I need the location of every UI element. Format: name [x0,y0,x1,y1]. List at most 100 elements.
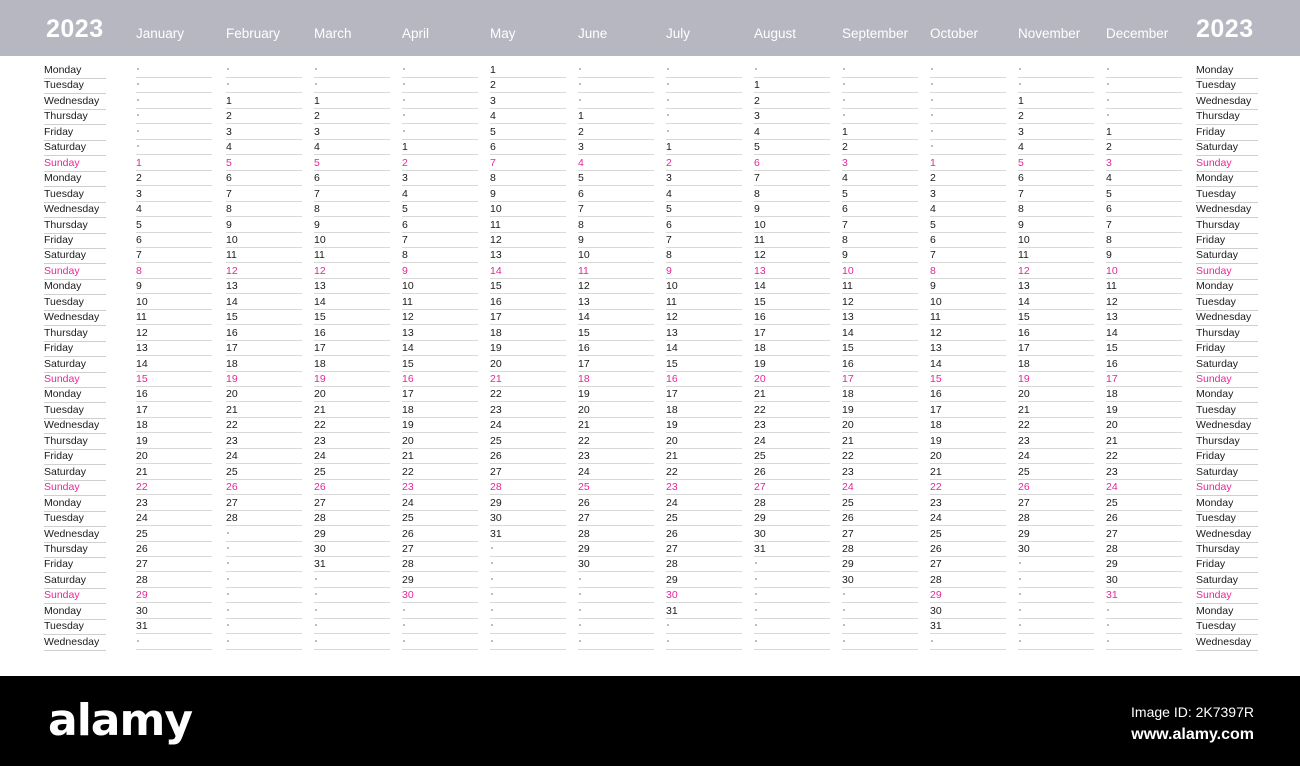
day-cell-july-empty-r2[interactable] [666,96,742,109]
day-cell-august-29[interactable]: 29 [754,513,830,527]
day-cell-february-empty-r33[interactable] [226,575,302,588]
day-cell-april-2[interactable]: 2 [402,157,478,171]
day-cell-may-20[interactable]: 20 [490,358,566,372]
day-cell-february-21[interactable]: 21 [226,404,302,418]
day-cell-april-empty-r4[interactable] [402,127,478,140]
day-cell-january-18[interactable]: 18 [136,420,212,434]
day-cell-january-2[interactable]: 2 [136,173,212,187]
day-cell-april-8[interactable]: 8 [402,250,478,264]
day-cell-june-empty-r1[interactable] [578,80,654,94]
day-cell-june-4[interactable]: 4 [578,157,654,171]
day-cell-july-24[interactable]: 24 [666,497,742,511]
day-cell-july-19[interactable]: 19 [666,420,742,434]
day-cell-may-empty-r34[interactable] [490,590,566,604]
day-cell-december-29[interactable]: 29 [1106,559,1182,573]
day-cell-february-23[interactable]: 23 [226,435,302,449]
day-cell-march-22[interactable]: 22 [314,420,390,434]
day-cell-june-17[interactable]: 17 [578,358,654,372]
day-cell-january-15[interactable]: 15 [136,374,212,387]
day-cell-september-9[interactable]: 9 [842,250,918,264]
day-cell-august-15[interactable]: 15 [754,296,830,310]
day-cell-july-15[interactable]: 15 [666,358,742,372]
day-cell-november-20[interactable]: 20 [1018,389,1094,403]
day-cell-may-18[interactable]: 18 [490,327,566,341]
day-cell-august-2[interactable]: 2 [754,95,830,109]
day-cell-december-20[interactable]: 20 [1106,420,1182,434]
day-cell-february-16[interactable]: 16 [226,327,302,341]
day-cell-march-empty-r37[interactable] [314,637,390,650]
day-cell-october-13[interactable]: 13 [930,343,1006,357]
day-cell-february-15[interactable]: 15 [226,312,302,326]
day-cell-november-empty-r33[interactable] [1018,575,1094,588]
day-cell-august-empty-r32[interactable] [754,559,830,573]
day-cell-september-25[interactable]: 25 [842,497,918,511]
day-cell-august-19[interactable]: 19 [754,358,830,372]
day-cell-february-12[interactable]: 12 [226,265,302,279]
day-cell-february-19[interactable]: 19 [226,374,302,387]
day-cell-february-14[interactable]: 14 [226,296,302,310]
day-cell-august-3[interactable]: 3 [754,111,830,125]
day-cell-september-3[interactable]: 3 [842,157,918,171]
day-cell-august-18[interactable]: 18 [754,343,830,357]
day-cell-february-empty-r32[interactable] [226,559,302,573]
day-cell-june-5[interactable]: 5 [578,173,654,187]
day-cell-september-29[interactable]: 29 [842,559,918,573]
day-cell-september-28[interactable]: 28 [842,543,918,557]
day-cell-august-23[interactable]: 23 [754,420,830,434]
day-cell-july-8[interactable]: 8 [666,250,742,264]
day-cell-july-13[interactable]: 13 [666,327,742,341]
day-cell-march-20[interactable]: 20 [314,389,390,403]
day-cell-june-11[interactable]: 11 [578,265,654,279]
day-cell-january-9[interactable]: 9 [136,281,212,295]
day-cell-april-empty-r3[interactable] [402,111,478,125]
day-cell-november-6[interactable]: 6 [1018,173,1094,187]
day-cell-november-1[interactable]: 1 [1018,95,1094,109]
day-cell-january-4[interactable]: 4 [136,204,212,218]
day-cell-may-4[interactable]: 4 [490,111,566,125]
day-cell-february-8[interactable]: 8 [226,204,302,218]
day-cell-march-27[interactable]: 27 [314,497,390,511]
day-cell-january-17[interactable]: 17 [136,404,212,418]
day-cell-march-5[interactable]: 5 [314,157,390,171]
day-cell-may-13[interactable]: 13 [490,250,566,264]
day-cell-july-empty-r1[interactable] [666,80,742,94]
day-cell-october-5[interactable]: 5 [930,219,1006,233]
day-cell-october-17[interactable]: 17 [930,404,1006,418]
day-cell-february-empty-r36[interactable] [226,621,302,635]
day-cell-september-6[interactable]: 6 [842,204,918,218]
day-cell-november-12[interactable]: 12 [1018,265,1094,279]
day-cell-october-14[interactable]: 14 [930,358,1006,372]
day-cell-june-12[interactable]: 12 [578,281,654,295]
day-cell-march-14[interactable]: 14 [314,296,390,310]
day-cell-december-13[interactable]: 13 [1106,312,1182,326]
day-cell-february-empty-r30[interactable] [226,529,302,542]
day-cell-october-9[interactable]: 9 [930,281,1006,295]
month-header-august[interactable]: August [754,27,796,41]
day-cell-june-empty-r2[interactable] [578,96,654,109]
day-cell-july-27[interactable]: 27 [666,543,742,557]
day-cell-may-28[interactable]: 28 [490,482,566,496]
day-cell-july-9[interactable]: 9 [666,265,742,279]
day-cell-september-empty-r36[interactable] [842,621,918,635]
day-cell-september-empty-r37[interactable] [842,637,918,650]
day-cell-june-empty-r36[interactable] [578,621,654,635]
day-cell-august-24[interactable]: 24 [754,435,830,449]
day-cell-april-27[interactable]: 27 [402,543,478,557]
day-cell-july-30[interactable]: 30 [666,590,742,604]
day-cell-march-9[interactable]: 9 [314,219,390,233]
day-cell-february-empty-r0[interactable] [226,65,302,78]
day-cell-december-7[interactable]: 7 [1106,219,1182,233]
day-cell-april-18[interactable]: 18 [402,404,478,418]
day-cell-january-11[interactable]: 11 [136,312,212,326]
day-cell-march-24[interactable]: 24 [314,451,390,465]
day-cell-april-30[interactable]: 30 [402,590,478,604]
day-cell-november-2[interactable]: 2 [1018,111,1094,125]
day-cell-june-25[interactable]: 25 [578,482,654,496]
day-cell-july-26[interactable]: 26 [666,528,742,542]
day-cell-september-22[interactable]: 22 [842,451,918,465]
day-cell-april-7[interactable]: 7 [402,234,478,248]
day-cell-december-5[interactable]: 5 [1106,188,1182,202]
day-cell-august-27[interactable]: 27 [754,482,830,496]
day-cell-june-18[interactable]: 18 [578,374,654,387]
day-cell-november-16[interactable]: 16 [1018,327,1094,341]
